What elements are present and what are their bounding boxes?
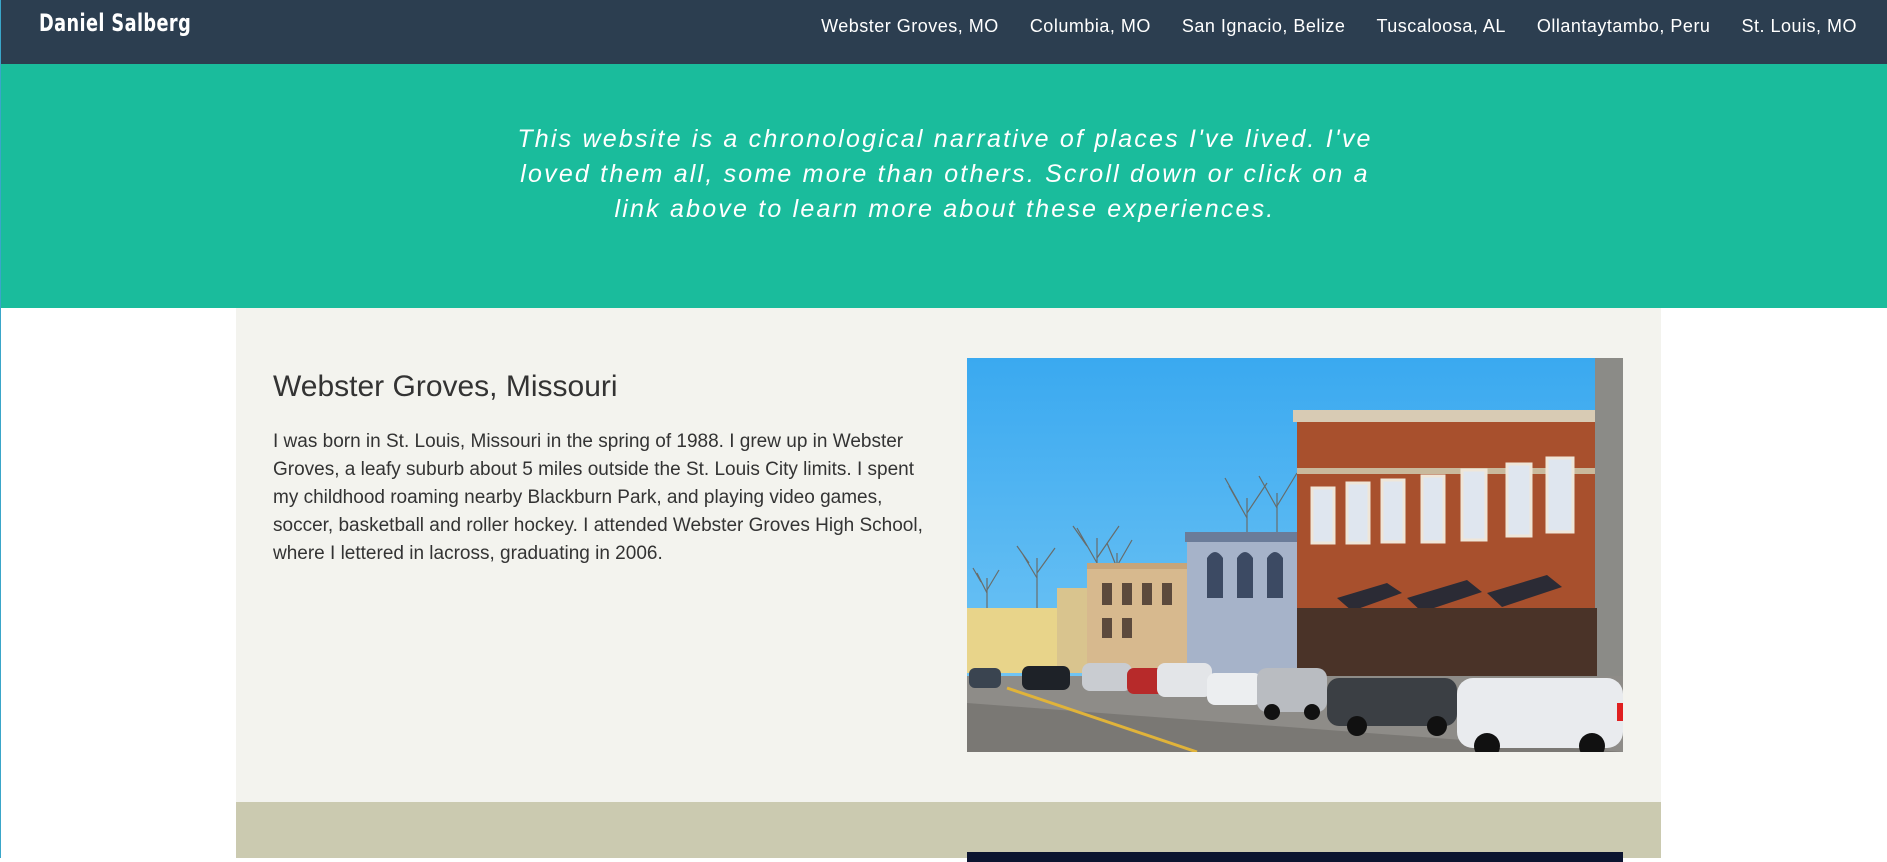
section-body: I was born in St. Louis, Missouri in the… (273, 431, 923, 564)
nav-link-ollantaytambo[interactable]: Ollantaytambo, Peru (1537, 16, 1711, 37)
navbar: Daniel Salberg Webster Groves, MO Columb… (0, 0, 1887, 64)
section-columbia (236, 802, 1661, 862)
hero-intro-text: This website is a chronological narrativ… (517, 125, 1373, 223)
nav-link-st-louis[interactable]: St. Louis, MO (1741, 16, 1857, 37)
section-webster-groves: Webster Groves, Missouri I was born in S… (236, 308, 1661, 802)
columbia-photo (967, 852, 1623, 862)
nav-link-webster-groves[interactable]: Webster Groves, MO (821, 16, 999, 37)
nav-links: Webster Groves, MO Columbia, MO San Igna… (790, 0, 1857, 52)
nav-link-columbia[interactable]: Columbia, MO (1030, 16, 1151, 37)
brand-link[interactable]: Daniel Salberg (39, 9, 191, 37)
nav-link-tuscaloosa[interactable]: Tuscaloosa, AL (1376, 16, 1505, 37)
section-title: Webster Groves, Missouri (273, 370, 618, 403)
nav-link-san-ignacio[interactable]: San Ignacio, Belize (1182, 16, 1346, 37)
webster-groves-photo (967, 358, 1623, 752)
page-edge (0, 0, 1, 858)
hero-banner: This website is a chronological narrativ… (0, 64, 1887, 308)
